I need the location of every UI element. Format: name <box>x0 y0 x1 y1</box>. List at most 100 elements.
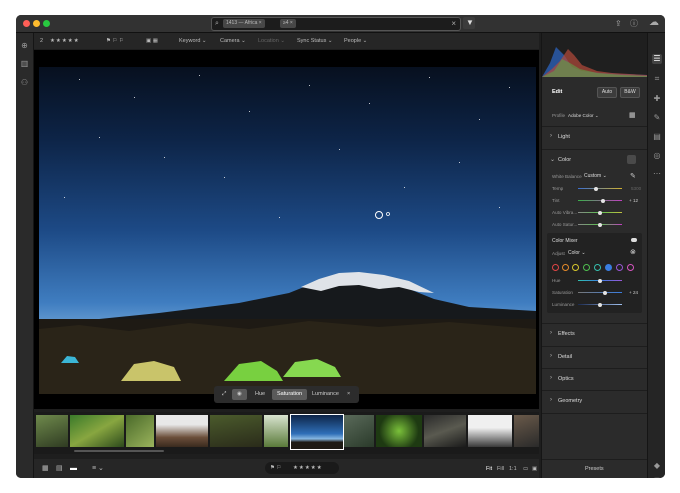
thumbnail[interactable] <box>36 415 68 447</box>
close-window-button[interactable] <box>23 20 30 27</box>
color-grading-icon[interactable] <box>627 155 636 164</box>
tag-icon[interactable]: ◆ <box>652 461 662 471</box>
geometry-section[interactable]: › Geometry <box>542 390 647 414</box>
target-adjust-icon[interactable]: ⊗ <box>630 248 636 256</box>
filter-button[interactable]: ▼ <box>463 17 475 29</box>
effects-section[interactable]: › Effects <box>542 323 647 346</box>
mix-saturation-slider-knob[interactable] <box>603 290 607 295</box>
color-swatch-yellow[interactable] <box>572 264 579 271</box>
presets-button[interactable]: Presets <box>542 459 647 478</box>
thumbnail[interactable] <box>514 415 539 447</box>
detail-view-icon[interactable]: ▬ <box>70 461 77 477</box>
thumbnail[interactable] <box>468 415 512 447</box>
temp-slider[interactable] <box>578 186 622 191</box>
filter-chip-rating[interactable]: ≥4 × <box>280 19 296 28</box>
color-swatch-red[interactable] <box>552 264 559 271</box>
healing-brush-icon[interactable]: ✚ <box>652 94 662 104</box>
mix-hue-slider-knob[interactable] <box>598 278 602 283</box>
clear-search-icon[interactable]: × <box>451 19 456 29</box>
thumbnail[interactable] <box>424 415 466 447</box>
color-swatch-green[interactable] <box>583 264 590 271</box>
more-options-icon[interactable]: ⋯ <box>652 169 662 179</box>
library-icon[interactable]: ▥ <box>20 59 29 68</box>
thumbnail[interactable] <box>70 415 124 447</box>
linear-gradient-icon[interactable]: ▤ <box>652 132 662 142</box>
square-grid-icon[interactable]: ▤ <box>56 461 63 477</box>
mix-hue-slider[interactable] <box>578 278 622 283</box>
flag-icons[interactable]: ⚑ ⚐ <box>270 460 281 476</box>
thumbnail[interactable] <box>210 415 262 447</box>
filter-chip-album[interactable]: 1413 — Africa × <box>223 19 265 28</box>
auto-button[interactable]: Auto <box>597 87 617 98</box>
brush-icon[interactable]: ✎ <box>652 113 662 123</box>
close-icon[interactable]: × <box>342 389 355 400</box>
white-balance-dropdown[interactable]: Custom ⌄ <box>584 173 607 179</box>
before-after-icon[interactable]: ▣ <box>532 461 537 477</box>
color-swatch-orange[interactable] <box>562 264 569 271</box>
search-field[interactable]: ⌕ 1413 — Africa × ≥4 × × <box>211 17 461 31</box>
thumbnail[interactable] <box>156 415 208 447</box>
camera-filter[interactable]: Camera ⌄ <box>220 33 246 49</box>
optics-section[interactable]: › Optics <box>542 368 647 391</box>
flag-filters[interactable]: ⚑ ⚐ ⚐ <box>106 33 124 49</box>
rating-stars[interactable]: ★★★★★ <box>293 460 323 476</box>
people-icon[interactable]: ⚇ <box>20 78 29 87</box>
detail-section[interactable]: › Detail <box>542 346 647 369</box>
location-filter[interactable]: Location ⌄ <box>258 33 285 49</box>
hue-tab[interactable]: Hue <box>250 389 270 400</box>
main-photo[interactable] <box>39 67 536 394</box>
minimize-window-button[interactable] <box>33 20 40 27</box>
sort-icon[interactable]: ≡ ⌄ <box>92 461 104 477</box>
bw-button[interactable]: B&W <box>620 87 640 98</box>
info-icon[interactable]: ⓘ <box>652 477 662 478</box>
zoom-window-button[interactable] <box>43 20 50 27</box>
tint-slider[interactable] <box>578 198 622 203</box>
color-swatch-purple[interactable] <box>616 264 623 271</box>
color-swatch-magenta[interactable] <box>627 264 634 271</box>
cloud-icon[interactable]: ☁ <box>649 18 659 28</box>
temp-slider-knob[interactable] <box>594 186 598 191</box>
mix-saturation-slider[interactable] <box>578 290 622 295</box>
saturation-tab[interactable]: Saturation <box>272 389 308 400</box>
fill-zoom-button[interactable]: Fill <box>497 461 504 477</box>
color-section[interactable]: ⌄ Color <box>542 149 647 172</box>
thumbnail[interactable] <box>264 415 288 447</box>
keyword-filter[interactable]: Keyword ⌄ <box>179 33 207 49</box>
profile-browser-icon[interactable]: ▦ <box>629 111 636 119</box>
luminance-tab[interactable]: Luminance <box>307 389 344 400</box>
crop-icon[interactable]: ⌗ <box>652 74 662 84</box>
grid-view-icon[interactable]: ▦ <box>42 461 49 477</box>
star-rating-filter[interactable]: ★★★★★ <box>50 33 80 49</box>
thumbnail-selected[interactable] <box>290 414 344 450</box>
tint-slider-knob[interactable] <box>601 198 605 203</box>
media-type-icon[interactable]: ▣ ▦ <box>146 33 158 49</box>
color-swatch-aqua[interactable] <box>594 264 601 271</box>
color-swatch-blue[interactable] <box>605 264 612 271</box>
saturation-slider[interactable] <box>578 222 622 227</box>
vibrance-slider[interactable] <box>578 210 622 215</box>
vibrance-slider-knob[interactable] <box>598 210 602 215</box>
light-section[interactable]: › Light <box>542 126 647 149</box>
saturation-slider-knob[interactable] <box>598 222 602 227</box>
share-icon[interactable]: ⇪ <box>615 19 622 29</box>
mix-luminance-slider[interactable] <box>578 302 622 307</box>
radial-gradient-icon[interactable]: ◎ <box>652 151 662 161</box>
mix-luminance-slider-knob[interactable] <box>598 302 602 307</box>
color-picker-icon[interactable]: ◉ <box>232 389 247 400</box>
filmstrip-scrollbar[interactable] <box>74 450 164 452</box>
color-mixer-toggle[interactable] <box>631 238 637 242</box>
thumbnail[interactable] <box>344 415 374 447</box>
people-filter[interactable]: People ⌄ <box>344 33 367 49</box>
one-to-one-zoom-button[interactable]: 1:1 <box>509 461 517 477</box>
target-tool-icon[interactable]: ⤢ <box>217 389 231 400</box>
adjust-dropdown[interactable]: Color ⌄ <box>568 250 586 256</box>
sync-status-filter[interactable]: Sync Status ⌄ <box>297 33 333 49</box>
compare-icon[interactable]: ▭ <box>523 461 528 477</box>
thumbnail[interactable] <box>126 415 154 447</box>
help-icon[interactable]: ⓘ <box>630 19 638 29</box>
thumbnail[interactable] <box>376 415 422 447</box>
fit-zoom-button[interactable]: Fit <box>486 461 492 477</box>
eyedropper-icon[interactable]: ✎ <box>630 172 636 180</box>
profile-dropdown[interactable]: Adobe Color ⌄ <box>568 113 599 119</box>
edit-sliders-icon[interactable]: ☰ <box>652 54 662 64</box>
